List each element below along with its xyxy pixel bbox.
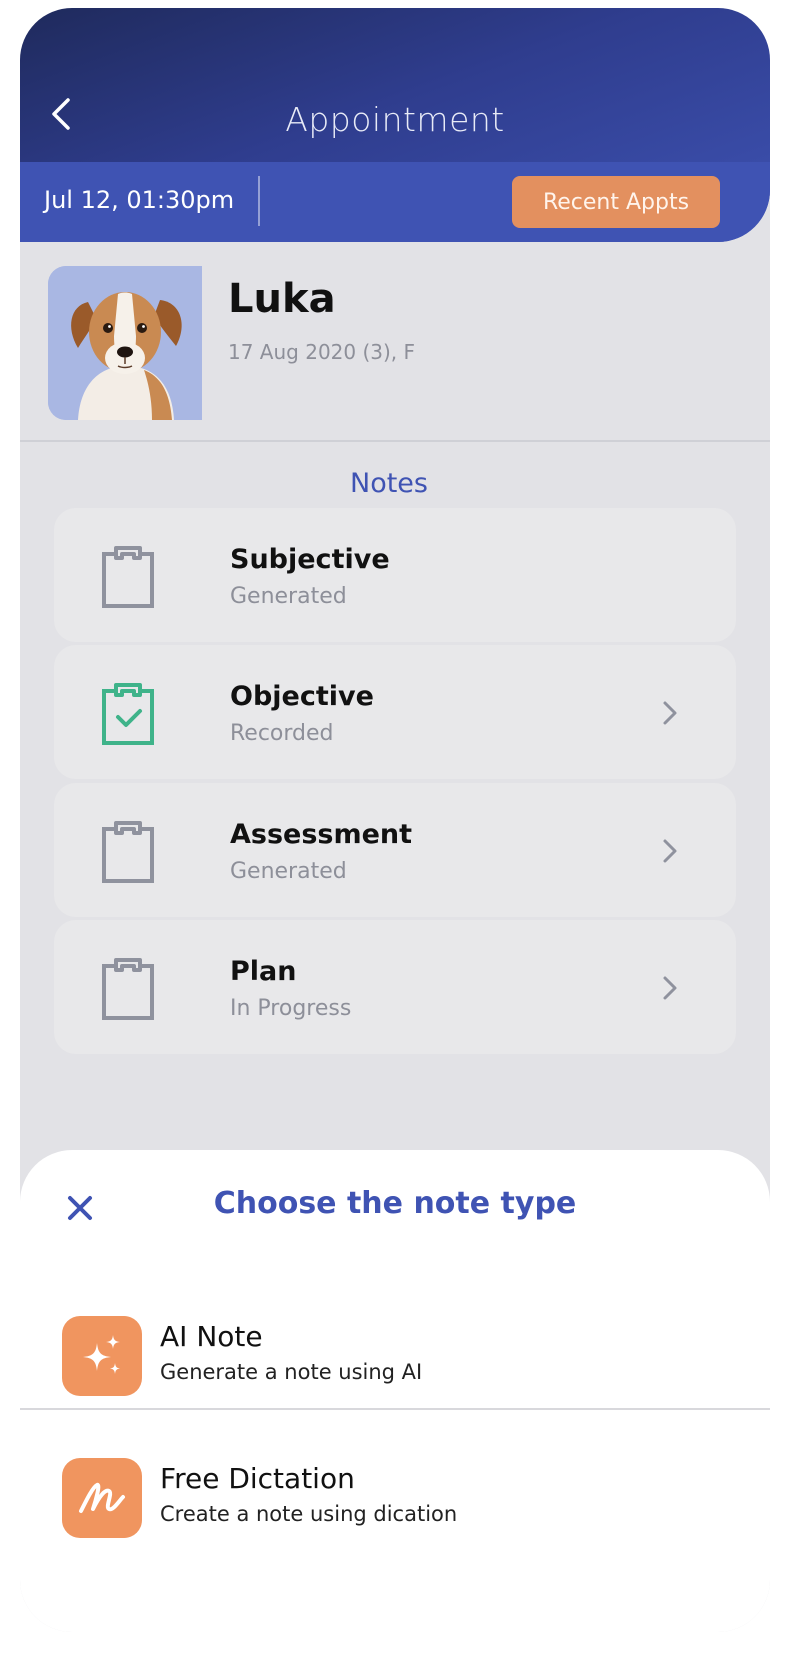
recent-appts-button[interactable]: Recent Appts [512,176,720,228]
chevron-right-icon [663,976,677,1000]
option-icon-tile [62,1316,142,1396]
note-card-plan[interactable]: Plan In Progress [54,920,736,1054]
pet-avatar [48,266,202,420]
dog-photo-icon [48,266,202,420]
chevron-right-icon [663,839,677,863]
option-ai-note[interactable]: AI Note Generate a note using AI [20,1302,770,1422]
note-type-sheet: Choose the note type AI Note Generate a … [20,1150,770,1632]
option-description: Create a note using dication [160,1502,458,1526]
note-title: Plan [230,956,297,987]
option-title: Free Dictation [160,1462,355,1495]
note-status: Recorded [230,721,334,746]
handwriting-icon [79,1482,125,1513]
divider [258,176,260,226]
option-icon-tile [62,1458,142,1538]
tab-notes[interactable]: Notes [350,468,428,499]
note-status: In Progress [230,996,352,1021]
note-status: Generated [230,859,347,884]
clipboard-icon [102,821,154,883]
appointment-bar: Jul 12, 01:30pm Recent Appts [20,162,770,242]
sheet-title: Choose the note type [213,1186,577,1221]
note-title: Objective [230,681,374,712]
note-card-assessment[interactable]: Assessment Generated [54,783,736,917]
note-card-objective[interactable]: Objective Recorded [54,645,736,779]
app-header: Appointment Jul 12, 01:30pm Recent Appts [20,8,770,242]
divider [20,1408,770,1410]
page-title: Appointment [285,100,505,139]
option-title: AI Note [160,1320,263,1353]
pet-details: 17 Aug 2020 (3), F [228,340,416,364]
note-title: Assessment [230,819,413,850]
divider [20,440,770,442]
option-description: Generate a note using AI [160,1360,423,1384]
note-title: Subjective [230,544,390,575]
clipboard-icon [102,958,154,1020]
note-status: Generated [230,584,347,609]
app-screen: Appointment Jul 12, 01:30pm Recent Appts [20,8,770,1632]
sparkle-icon [83,1335,120,1374]
clipboard-icon [102,546,154,608]
clipboard-check-icon [102,683,154,745]
chevron-right-icon [663,701,677,725]
option-free-dictation[interactable]: Free Dictation Create a note using dicat… [20,1444,770,1564]
appointment-date: Jul 12, 01:30pm [44,186,235,214]
pet-name: Luka [228,276,336,322]
note-card-subjective[interactable]: Subjective Generated [54,508,736,642]
